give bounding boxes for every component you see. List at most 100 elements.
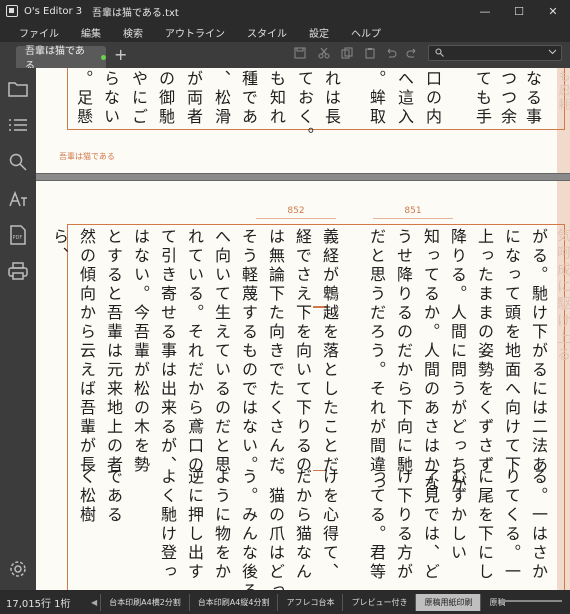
print-icon[interactable]: [7, 260, 29, 282]
text-column-continuation: 。猫の爪はどっ: [266, 468, 285, 590]
faded-text-column: 気呵成に駆け上る: [555, 228, 570, 364]
text-column: ら、: [50, 228, 69, 266]
app-logo-icon: [6, 5, 18, 17]
text-column: へ這入: [395, 70, 414, 127]
app-title: O's Editor 3: [24, 5, 83, 17]
text-column: 。足懸: [74, 70, 93, 127]
status-bar: 17,015行 1桁 ◀ 台本印刷A4横2分割 台本印刷A4縦4分割 アフレコ台…: [0, 590, 570, 614]
menu-bar: ファイル 編集 検索 アウトライン スタイル 設定 ヘルプ: [0, 22, 570, 42]
text-column-continuation: 了見では、ど: [421, 468, 440, 582]
text-column-continuation: けを心得て、: [320, 468, 339, 582]
text-column-continuation: りてくる。一: [502, 468, 521, 582]
window-controls: — ☐ ✕: [468, 0, 570, 22]
page-number: 851: [404, 206, 422, 216]
text-column: ておく。: [295, 70, 314, 146]
menu-style[interactable]: スタイル: [247, 25, 299, 40]
font-size-icon[interactable]: [7, 188, 29, 210]
redo-icon[interactable]: [405, 46, 419, 60]
text-column-continuation: 逆に押し出す: [185, 468, 204, 582]
text-column: て引き寄せる事は出来るが、: [158, 228, 177, 475]
text-column: が両者: [184, 70, 203, 127]
print-mode-tab[interactable]: 原稿: [480, 593, 513, 611]
chevron-left-icon[interactable]: ◀: [88, 598, 100, 607]
text-column: 然の傾向から云えば吾輩が長: [77, 228, 96, 475]
page-number: 852: [287, 206, 305, 216]
maximize-button[interactable]: ☐: [502, 0, 536, 22]
text-column: れは長: [322, 70, 341, 127]
page-number-rule: [373, 218, 453, 219]
text-column: らない: [101, 70, 120, 127]
search-icon: [435, 48, 444, 60]
search-icon[interactable]: [7, 151, 29, 173]
text-column: がる。馳け下がるには二法あ: [529, 228, 548, 475]
text-column-continuation: よく馳け登っ: [158, 468, 177, 582]
sidebar: PDF: [0, 68, 36, 590]
text-column-continuation: る。一はさか: [529, 468, 548, 582]
close-button[interactable]: ✕: [536, 0, 570, 22]
text-column: 上ったままの姿勢をくずさず: [475, 228, 494, 475]
faded-text-column: も忍耗: [557, 70, 570, 112]
text-column-continuation: むずかしい: [448, 468, 467, 563]
print-mode-tab[interactable]: アフレコ台本: [277, 593, 342, 611]
search-box: [428, 45, 562, 61]
undo-icon[interactable]: [384, 46, 398, 60]
svg-text:PDF: PDF: [13, 235, 23, 241]
text-column: 口の内: [423, 70, 442, 127]
document-canvas[interactable]: なる事 つつ余 ても手 口の内 へ這入 。蛑取 れは長 ておく。 も知れ 種であ…: [36, 68, 570, 590]
text-column-continuation: だから猫なん: [293, 468, 312, 582]
text-column: やにご: [129, 70, 148, 127]
save-icon[interactable]: [293, 46, 307, 60]
text-column: 経でさえ下を向いて下りるの: [293, 228, 312, 475]
text-column: れている。それだから鳶口の: [185, 228, 204, 475]
paste-icon[interactable]: [363, 46, 377, 60]
copy-icon[interactable]: [340, 46, 354, 60]
text-column: うせ降りるのだから下向に馳: [394, 228, 413, 475]
tab-document[interactable]: 吾輩は猫である: [16, 46, 106, 72]
text-column: 、松滑: [212, 70, 231, 127]
menu-edit[interactable]: 編集: [81, 25, 113, 40]
text-column: 降りる。人間に問うがどっちが: [448, 228, 467, 494]
menu-settings[interactable]: 設定: [309, 25, 341, 40]
text-column: の御馳: [156, 70, 175, 127]
menu-file[interactable]: ファイル: [19, 25, 71, 40]
menu-help[interactable]: ヘルプ: [351, 25, 393, 40]
menu-search[interactable]: 検索: [123, 25, 155, 40]
text-column: 。蛑取: [367, 70, 386, 127]
minimize-button[interactable]: —: [468, 0, 502, 22]
print-mode-tab[interactable]: プレビュー付き: [342, 593, 415, 611]
text-column: 種であ: [239, 70, 258, 127]
text-column-continuation: け下りる方が: [394, 468, 413, 582]
title-bar: O's Editor 3 吾輩は猫である.txt — ☐ ✕: [0, 0, 570, 22]
text-column: 知ってるか。人間のあさはかな: [421, 228, 440, 494]
zoom-slider[interactable]: [500, 600, 562, 602]
text-column: だと思うだろう。それが間違っ: [367, 228, 386, 494]
print-mode-tab[interactable]: 台本印刷A4横2分割: [100, 593, 189, 611]
print-mode-tab-active[interactable]: 原稿用紙印刷: [415, 593, 481, 611]
text-column: なる事: [523, 70, 542, 127]
cut-icon[interactable]: [317, 46, 331, 60]
print-mode-tab[interactable]: 台本印刷A4縦4分割: [188, 593, 278, 611]
search-input[interactable]: [447, 47, 543, 59]
text-column: へ向いて生えているのだと思: [212, 228, 231, 475]
menu-outline[interactable]: アウトライン: [165, 25, 237, 40]
text-column-continuation: う。みんな後ろへ: [239, 468, 258, 590]
text-column-continuation: く松樹: [77, 468, 96, 525]
unsaved-indicator: [101, 54, 106, 60]
folder-icon[interactable]: [7, 78, 29, 100]
document-caption: 吾輩は猫である: [59, 152, 115, 161]
cursor-position: 17,015行 1桁: [6, 598, 71, 610]
pdf-icon[interactable]: PDF: [7, 224, 29, 246]
text-column: はない。今吾輩が松の木を勢: [131, 228, 150, 475]
text-column: とすると吾輩は元来地上の者: [104, 228, 123, 475]
chevron-down-icon[interactable]: [548, 47, 557, 59]
list-icon[interactable]: [7, 114, 29, 136]
text-column-continuation: である: [104, 468, 123, 525]
text-column: つつ余: [498, 70, 517, 127]
document-title: 吾輩は猫である.txt: [92, 7, 179, 19]
text-column: になって頭を地面へ向けて下: [502, 228, 521, 475]
page-number-rule: [256, 218, 336, 219]
text-column: は無論下た向きでたくさんだ: [266, 228, 285, 475]
gear-icon[interactable]: [7, 558, 29, 580]
add-tab-button[interactable]: +: [114, 45, 127, 64]
page-separator: [36, 173, 570, 181]
